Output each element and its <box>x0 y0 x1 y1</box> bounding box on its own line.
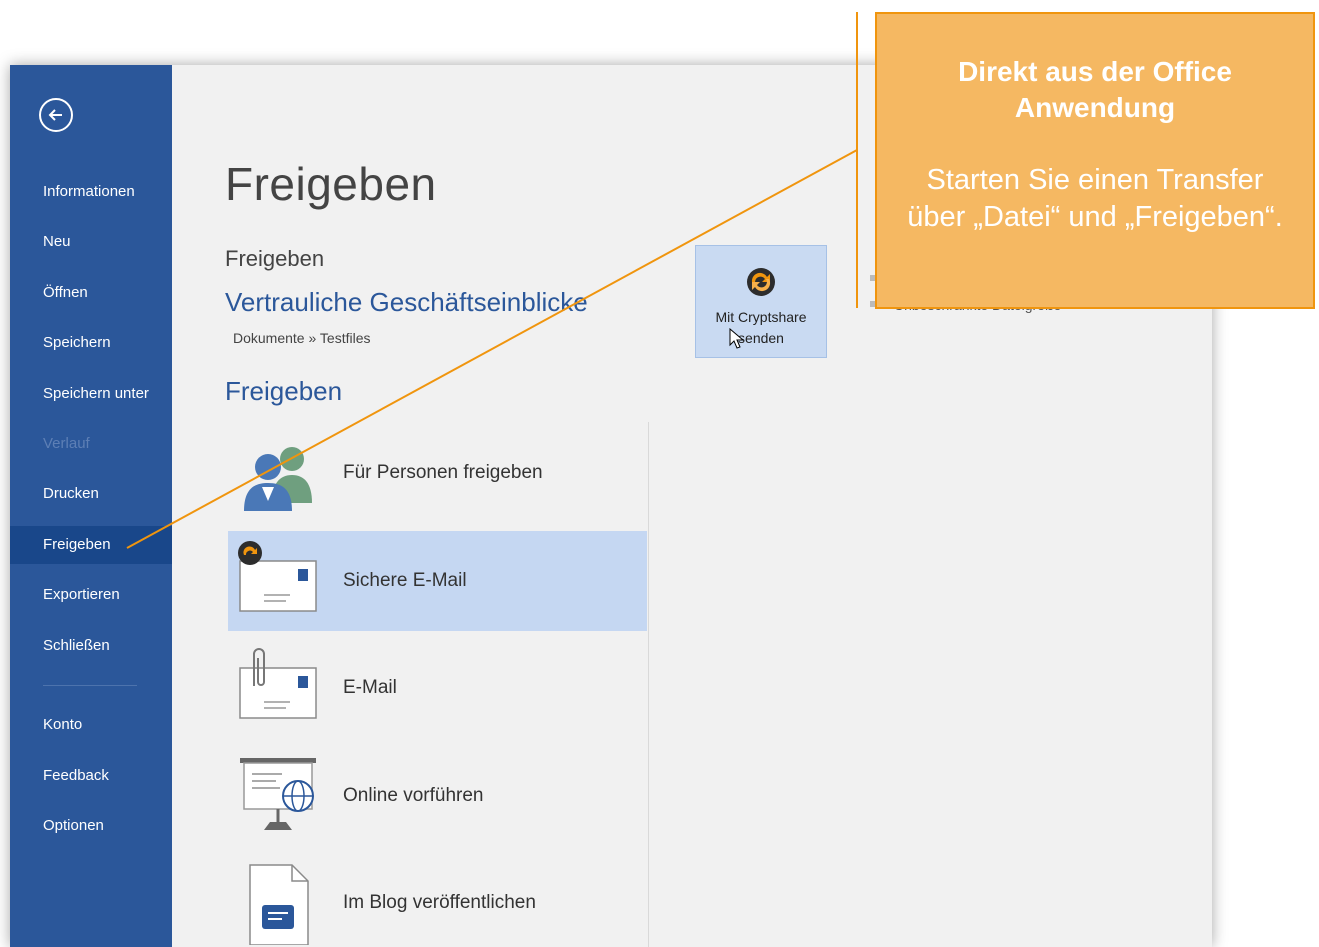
cryptshare-button-label: Mit Cryptshare senden <box>715 309 807 346</box>
share-option-secure-email[interactable]: Sichere E-Mail <box>228 531 647 631</box>
share-option-label: Online vorführen <box>343 785 484 806</box>
callout-body: Starten Sie einen Transfer über „Datei“ … <box>907 164 1283 233</box>
present-online-icon <box>240 758 316 830</box>
sidebar-item-drucken[interactable]: Drucken <box>10 475 172 513</box>
share-option-present-online[interactable]: Online vorführen <box>228 746 647 846</box>
sidebar-item-informationen[interactable]: Informationen <box>10 173 172 211</box>
back-button[interactable] <box>39 98 73 132</box>
document-heading: Freigeben <box>225 246 325 271</box>
back-arrow-icon <box>48 109 62 121</box>
sidebar-item-feedback[interactable]: Feedback <box>10 757 172 795</box>
share-option-email[interactable]: E-Mail <box>228 638 647 738</box>
cryptshare-send-button[interactable]: Mit Cryptshare senden <box>695 245 827 358</box>
share-option-label: Sichere E-Mail <box>343 570 467 591</box>
share-section-heading: Freigeben <box>225 376 343 406</box>
people-icon <box>244 447 312 511</box>
sidebar-item-speichern-unter[interactable]: Speichern unter <box>10 375 172 413</box>
callout-title: Direkt aus der Office Anwendung <box>958 56 1232 123</box>
sidebar-item-freigeben[interactable]: Freigeben <box>10 526 172 564</box>
sidebar-item-neu[interactable]: Neu <box>10 223 172 261</box>
secure-email-icon <box>238 541 317 612</box>
sidebar-divider <box>43 685 137 686</box>
sidebar-item-schliessen[interactable]: Schließen <box>10 627 172 665</box>
page-title: Freigeben <box>225 158 437 210</box>
share-option-blog[interactable]: Im Blog veröffentlichen <box>228 853 647 947</box>
sidebar-item-speichern[interactable]: Speichern <box>10 324 172 362</box>
document-name: Vertrauliche Geschäftseinblicke <box>225 287 588 317</box>
list-separator <box>648 422 649 947</box>
share-option-label: Im Blog veröffentlichen <box>343 892 536 913</box>
share-option-label: Für Personen freigeben <box>343 462 543 483</box>
cryptshare-logo-icon <box>747 268 775 296</box>
blog-post-icon <box>249 864 309 945</box>
info-callout: Direkt aus der Office Anwendung Starten … <box>875 12 1315 309</box>
sidebar-item-oeffnen[interactable]: Öffnen <box>10 274 172 312</box>
share-option-label: E-Mail <box>343 677 397 698</box>
sidebar-item-konto[interactable]: Konto <box>10 706 172 744</box>
backstage-sidebar: Informationen Neu Öffnen Speichern Speic… <box>10 65 172 947</box>
sidebar-item-verlauf: Verlauf <box>43 435 90 452</box>
document-path: Dokumente » Testfiles <box>233 330 371 346</box>
email-attachment-icon <box>239 648 317 719</box>
share-option-people[interactable]: Für Personen freigeben <box>228 423 647 523</box>
sidebar-item-optionen[interactable]: Optionen <box>10 807 172 845</box>
sidebar-item-exportieren[interactable]: Exportieren <box>10 576 172 614</box>
